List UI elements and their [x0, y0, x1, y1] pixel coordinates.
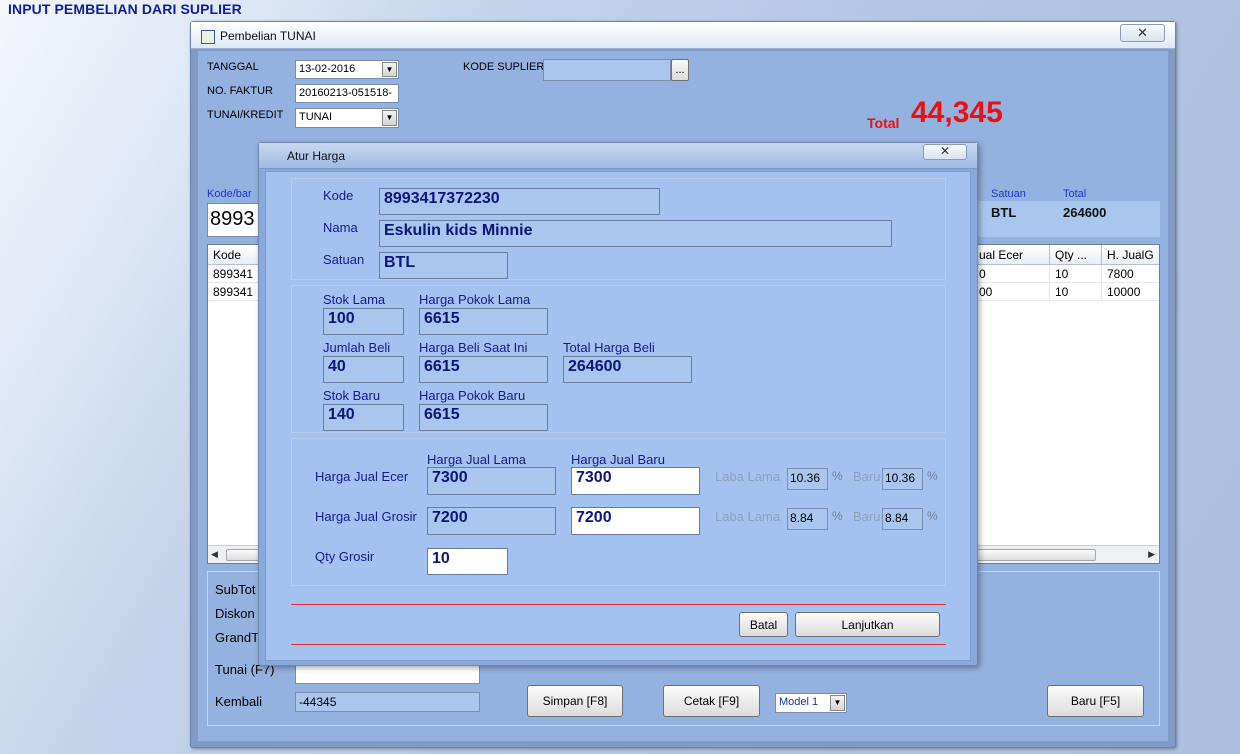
- harga-pokok-lama-value: 6615: [419, 308, 548, 335]
- ecer-label: Harga Jual Ecer: [315, 469, 409, 484]
- satuan-col-label: Satuan: [991, 188, 1026, 200]
- table-row-1-qty[interactable]: 10: [1050, 265, 1102, 283]
- harga-jual-baru-label: Harga Jual Baru: [571, 452, 665, 467]
- divider-top: [291, 604, 946, 605]
- grosir-laba-baru-value: 8.84: [882, 508, 923, 530]
- harga-beli-label: Harga Beli Saat Ini: [419, 340, 528, 355]
- grosir-laba-lama-label: Laba Lama: [715, 509, 781, 524]
- table-row-2-h-jual[interactable]: 10000: [1102, 283, 1159, 301]
- no-faktur-label: NO. FAKTUR: [207, 85, 274, 97]
- chevron-down-icon[interactable]: ▼: [382, 62, 397, 77]
- chevron-down-icon[interactable]: ▼: [382, 110, 397, 126]
- grid-header-qty[interactable]: Qty ...: [1050, 245, 1102, 265]
- jumlah-beli-label: Jumlah Beli: [323, 340, 391, 355]
- ecer-laba-baru-value: 10.36: [882, 468, 923, 490]
- total-col-value: 264600: [1063, 205, 1107, 220]
- subtotal-label: SubTot: [215, 582, 256, 597]
- nama-label: Nama: [323, 220, 358, 235]
- tunai-kredit-label: TUNAI/KREDIT: [207, 109, 284, 121]
- window-app-icon: [201, 30, 215, 44]
- ecer-laba-lama-value: 10.36: [787, 468, 828, 490]
- ecer-laba-baru-percent: %: [927, 469, 938, 483]
- ecer-lama-value: 7300: [427, 467, 556, 495]
- qty-grosir-input[interactable]: 10: [427, 548, 508, 575]
- grosir-lama-value: 7200: [427, 507, 556, 535]
- total-col-label: Total: [1063, 188, 1087, 200]
- atur-harga-dialog: Atur Harga ✕ Kode 8993417372230 Nama Esk…: [258, 142, 978, 666]
- stok-lama-value: 100: [323, 308, 404, 335]
- table-row-2-qty[interactable]: 10: [1050, 283, 1102, 301]
- total-label: Total: [867, 115, 900, 131]
- harga-pokok-lama-label: Harga Pokok Lama: [419, 292, 531, 307]
- harga-pokok-baru-label: Harga Pokok Baru: [419, 388, 526, 403]
- grosir-laba-lama-percent: %: [832, 509, 843, 523]
- kembali-label: Kembali: [215, 694, 262, 709]
- tanggal-label: TANGGAL: [207, 61, 259, 73]
- cetak-button[interactable]: Cetak [F9]: [663, 685, 760, 717]
- window-titlebar: Pembelian TUNAI ✕: [191, 22, 1175, 49]
- dialog-body: Kode 8993417372230 Nama Eskulin kids Min…: [265, 171, 971, 661]
- ecer-laba-lama-label: Laba Lama: [715, 469, 781, 484]
- total-harga-beli-label: Total Harga Beli: [563, 340, 655, 355]
- qty-grosir-label: Qty Grosir: [315, 549, 375, 564]
- tunai-kredit-value: TUNAI: [299, 111, 332, 123]
- nama-value: Eskulin kids Minnie: [379, 220, 892, 247]
- tanggal-value: 13-02-2016: [299, 63, 356, 75]
- dialog-title: Atur Harga: [287, 149, 346, 163]
- ecer-laba-lama-percent: %: [832, 469, 843, 483]
- stok-lama-label: Stok Lama: [323, 292, 386, 307]
- tanggal-select[interactable]: 13-02-2016 ▼: [295, 60, 399, 79]
- browse-suplier-button[interactable]: ...: [671, 59, 689, 81]
- kode-label: Kode: [323, 188, 354, 203]
- page-title: INPUT PEMBELIAN DARI SUPLIER: [8, 1, 242, 17]
- jumlah-beli-value: 40: [323, 356, 404, 383]
- stok-baru-value: 140: [323, 404, 404, 431]
- satuan-col-value: BTL: [991, 205, 1017, 220]
- grid-header-h-jual[interactable]: H. JualG: [1102, 245, 1159, 265]
- diskon-label: Diskon: [215, 606, 255, 621]
- grosir-baru-label: Baru: [853, 509, 881, 524]
- ecer-baru-input[interactable]: 7300: [571, 467, 700, 495]
- batal-button[interactable]: Batal: [739, 612, 788, 637]
- grid-header-jual-ecer[interactable]: ual Ecer: [974, 245, 1050, 265]
- grosir-baru-input[interactable]: 7200: [571, 507, 700, 535]
- simpan-button[interactable]: Simpan [F8]: [527, 685, 623, 717]
- satuan-value: BTL: [379, 252, 508, 279]
- divider-bottom: [291, 644, 946, 645]
- grosir-laba-lama-value: 8.84: [787, 508, 828, 530]
- total-value: 44,345: [911, 96, 1003, 129]
- dialog-close-button[interactable]: ✕: [923, 144, 967, 160]
- tunai-kredit-select[interactable]: TUNAI ▼: [295, 108, 399, 128]
- baru-button[interactable]: Baru [F5]: [1047, 685, 1144, 717]
- total-harga-beli-value: 264600: [563, 356, 692, 383]
- grosir-laba-baru-percent: %: [927, 509, 938, 523]
- harga-beli-value: 6615: [419, 356, 548, 383]
- table-row-1-h-jual[interactable]: 7800: [1102, 265, 1159, 283]
- grandtotal-label: GrandT: [215, 630, 260, 645]
- stok-baru-label: Stok Baru: [323, 388, 381, 403]
- ecer-baru-label: Baru: [853, 469, 881, 484]
- harga-jual-lama-label: Harga Jual Lama: [427, 452, 526, 467]
- model-select[interactable]: Model 1 ▼: [775, 693, 847, 713]
- harga-pokok-baru-value: 6615: [419, 404, 548, 431]
- lanjutkan-button[interactable]: Lanjutkan: [795, 612, 940, 637]
- table-row-1-jual-ecer[interactable]: 0: [974, 265, 1050, 283]
- kode-suplier-label: KODE SUPLIER: [463, 61, 545, 73]
- table-row-2-jual-ecer[interactable]: 00: [974, 283, 1050, 301]
- kode-barang-input[interactable]: 8993: [207, 203, 262, 237]
- satuan-label: Satuan: [323, 252, 365, 267]
- model-value: Model 1: [779, 696, 819, 708]
- grosir-label: Harga Jual Grosir: [315, 509, 417, 524]
- kembali-field: -44345: [295, 692, 480, 712]
- kode-suplier-field[interactable]: [543, 59, 671, 81]
- no-faktur-field[interactable]: 20160213-051518-: [295, 84, 399, 103]
- window-title: Pembelian TUNAI: [220, 29, 316, 43]
- scroll-right-icon[interactable]: ▶: [1148, 549, 1155, 560]
- kode-barang-label: Kode/bar: [207, 188, 252, 200]
- window-close-button[interactable]: ✕: [1120, 24, 1165, 42]
- scroll-left-icon[interactable]: ◀: [211, 549, 218, 560]
- kode-value: 8993417372230: [379, 188, 660, 215]
- dialog-titlebar: Atur Harga ✕: [259, 143, 977, 169]
- chevron-down-icon[interactable]: ▼: [830, 695, 845, 711]
